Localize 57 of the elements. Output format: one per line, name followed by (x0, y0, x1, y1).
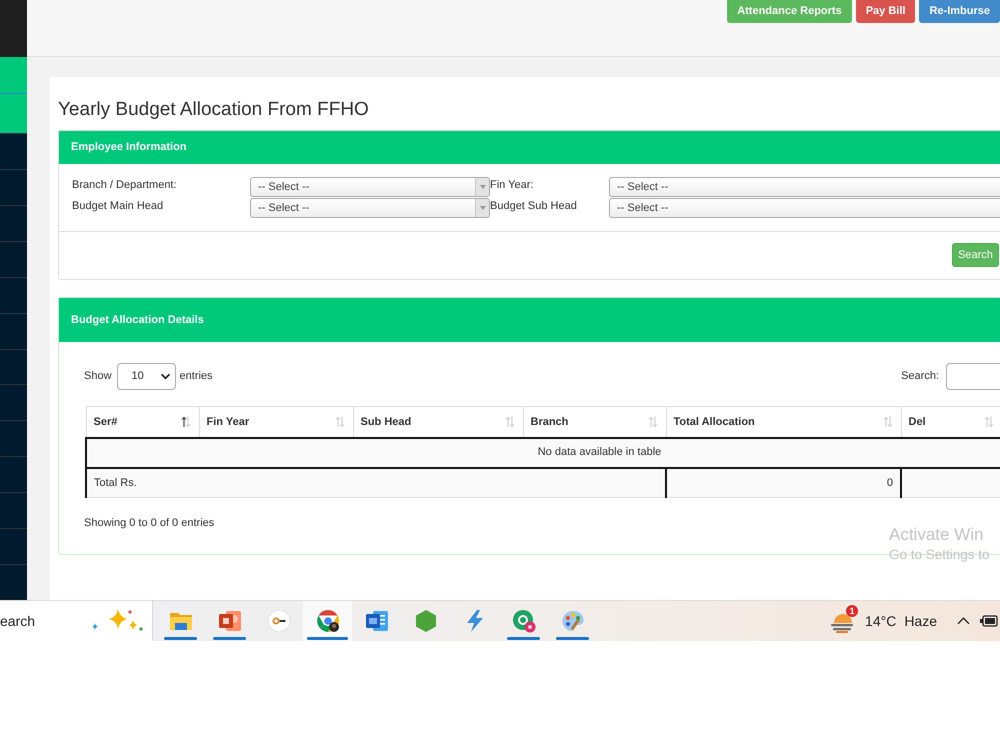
sidebar-item[interactable] (0, 93, 27, 133)
activation-notice-title: Activate Win (889, 524, 984, 546)
chevron-up-icon[interactable] (957, 617, 970, 625)
sidebar-item[interactable] (0, 492, 27, 528)
sidebar-item[interactable] (0, 384, 27, 420)
sidebar-item[interactable] (0, 420, 27, 456)
entries-label: entries (180, 369, 213, 384)
table-info: Showing 0 to 0 of 0 entries (84, 516, 214, 531)
sidebar-top-block (0, 0, 27, 57)
taskbar-app-button[interactable] (303, 601, 352, 641)
search-label: Search: (901, 369, 939, 384)
sidebar-item[interactable] (0, 168, 27, 205)
sidebar-item[interactable] (0, 57, 27, 93)
hexagon-icon (414, 609, 438, 633)
header-button[interactable]: Pay Bill (856, 0, 916, 23)
field-label: Branch / Department: (72, 178, 177, 192)
sidebar-item[interactable] (0, 312, 27, 349)
sidebar-item[interactable] (0, 456, 27, 492)
empty-table-message: No data available in table (86, 438, 1000, 468)
caret-down-icon (475, 199, 489, 217)
header-button[interactable]: Re-Imburse (919, 0, 1000, 23)
sidebar-item[interactable] (0, 348, 27, 384)
card-header: Budget Allocation Details (59, 298, 1000, 342)
total-label: Total Rs. (86, 468, 666, 498)
key-icon (266, 609, 290, 633)
dropdown-field[interactable]: -- Select -- (250, 198, 490, 218)
battery-icon[interactable] (980, 615, 998, 627)
temperature-text: 14°C (865, 612, 896, 630)
sidebar-item[interactable] (0, 240, 27, 277)
activation-notice-subtitle: Go to Settings to (889, 546, 990, 564)
sidebar-item[interactable] (0, 564, 27, 600)
notification-badge: 1 (846, 605, 858, 617)
weather-condition-text: Haze (904, 612, 937, 630)
sidebar-item[interactable] (0, 528, 27, 564)
palette-icon (560, 609, 584, 633)
document-icon (364, 609, 388, 633)
browser-icon (316, 609, 340, 633)
sidebar-item[interactable] (0, 204, 27, 241)
slides-icon (218, 609, 242, 633)
dropdown-field[interactable]: -- Select -- (609, 198, 1000, 218)
field-label: Budget Sub Head (490, 199, 577, 213)
sidebar-item[interactable] (0, 276, 27, 313)
chevron-down-icon (160, 373, 171, 380)
page-title: Yearly Budget Allocation From FFHO (58, 99, 369, 121)
dropdown-field[interactable]: -- Select -- (250, 177, 490, 197)
circle-avatar-icon (512, 609, 536, 633)
show-label: Show (84, 369, 112, 384)
table-search-field[interactable] (946, 363, 1000, 390)
card-header: Employee Information (59, 131, 1000, 164)
entries-select[interactable]: 10 (116, 363, 176, 390)
search-field[interactable]: earch (0, 601, 153, 641)
caret-down-icon (475, 178, 489, 196)
total-value: 0 (666, 468, 901, 498)
sidebar-item[interactable] (0, 133, 27, 169)
field-label: Budget Main Head (72, 199, 164, 213)
field-label: Fin Year: (490, 178, 534, 192)
dropdown-field[interactable]: -- Select -- (609, 177, 1000, 197)
